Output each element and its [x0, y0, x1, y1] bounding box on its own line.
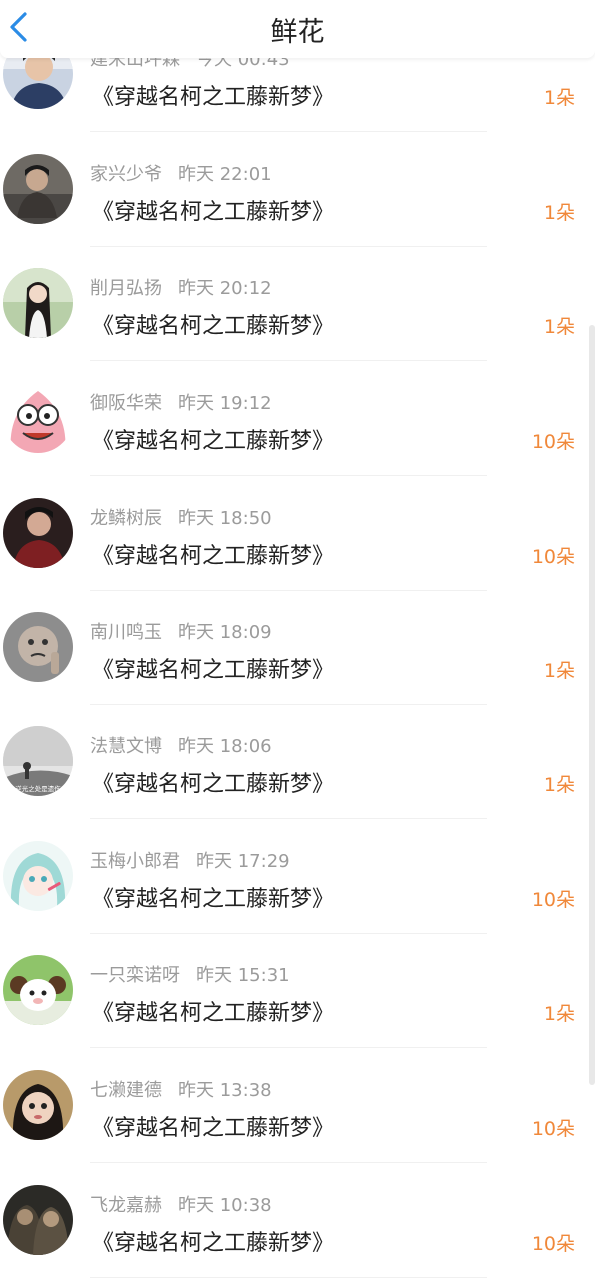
- row-divider: [90, 1277, 487, 1278]
- list-item[interactable]: 逆光之处是遗伤 法慧文博 昨天 18:06 《穿越名柯之工藤新梦》 1朵: [0, 704, 595, 819]
- avatar[interactable]: [3, 1070, 73, 1140]
- timestamp: 昨天 18:06: [178, 736, 272, 757]
- flower-count: 10朵: [531, 546, 575, 568]
- user-avatar-icon: [3, 268, 73, 338]
- list-item[interactable]: 家兴少爷 昨天 22:01 《穿越名柯之工藤新梦》 1朵: [0, 132, 595, 247]
- avatar[interactable]: [3, 1185, 73, 1255]
- user-name[interactable]: 一只栾诺呀: [90, 965, 180, 986]
- book-title[interactable]: 《穿越名柯之工藤新梦》: [92, 538, 334, 570]
- timestamp: 昨天 18:09: [178, 622, 272, 643]
- list-item[interactable]: 飞龙嘉赫 昨天 10:38 《穿越名柯之工藤新梦》 10朵: [0, 1163, 595, 1278]
- item-meta: 法慧文博 昨天 18:06: [90, 732, 272, 758]
- item-meta: 家兴少爷 昨天 22:01: [90, 160, 272, 186]
- top-navigation-bar: 鲜花: [0, 0, 595, 58]
- timestamp: 昨天 20:12: [178, 278, 272, 299]
- user-name[interactable]: 法慧文博: [90, 736, 162, 757]
- book-title[interactable]: 《穿越名柯之工藤新梦》: [92, 766, 334, 798]
- user-name[interactable]: 飞龙嘉赫: [90, 1195, 162, 1216]
- list-item[interactable]: 南川鸣玉 昨天 18:09 《穿越名柯之工藤新梦》 1朵: [0, 590, 595, 705]
- flower-count: 1朵: [543, 660, 575, 682]
- flower-count: 1朵: [543, 202, 575, 224]
- timestamp: 昨天 22:01: [178, 164, 272, 185]
- flower-count: 10朵: [531, 431, 575, 453]
- list-item[interactable]: 龙鳞树辰 昨天 18:50 《穿越名柯之工藤新梦》 10朵: [0, 476, 595, 591]
- user-name[interactable]: 南川鸣玉: [90, 622, 162, 643]
- item-meta: 飞龙嘉赫 昨天 10:38: [90, 1191, 272, 1217]
- user-name[interactable]: 龙鳞树辰: [90, 508, 162, 529]
- list-item[interactable]: 一只栾诺呀 昨天 15:31 《穿越名柯之工藤新梦》 1朵: [0, 933, 595, 1048]
- avatar[interactable]: [3, 498, 73, 568]
- user-avatar-icon: 逆光之处是遗伤: [3, 726, 73, 796]
- book-title[interactable]: 《穿越名柯之工藤新梦》: [92, 308, 334, 340]
- avatar[interactable]: [3, 154, 73, 224]
- item-meta: 御阪华荣 昨天 19:12: [90, 389, 272, 415]
- user-avatar-icon: [3, 841, 73, 911]
- avatar[interactable]: [3, 841, 73, 911]
- user-name[interactable]: 削月弘扬: [90, 278, 162, 299]
- user-name[interactable]: 玉梅小郎君: [90, 851, 180, 872]
- flower-count: 1朵: [543, 87, 575, 109]
- book-title[interactable]: 《穿越名柯之工藤新梦》: [92, 652, 334, 684]
- avatar[interactable]: 逆光之处是遗伤: [3, 726, 73, 796]
- book-title[interactable]: 《穿越名柯之工藤新梦》: [92, 194, 334, 226]
- timestamp: 昨天 18:50: [178, 508, 272, 529]
- item-meta: 削月弘扬 昨天 20:12: [90, 274, 272, 300]
- timestamp: 昨天 17:29: [196, 851, 290, 872]
- flower-count: 10朵: [531, 1118, 575, 1140]
- item-meta: 南川鸣玉 昨天 18:09: [90, 618, 272, 644]
- book-title[interactable]: 《穿越名柯之工藤新梦》: [92, 881, 334, 913]
- scrollbar[interactable]: [589, 325, 595, 1085]
- flower-count: 1朵: [543, 774, 575, 796]
- user-avatar-icon: [3, 1185, 73, 1255]
- list-item[interactable]: 削月弘扬 昨天 20:12 《穿越名柯之工藤新梦》 1朵: [0, 246, 595, 361]
- user-avatar-icon: [3, 154, 73, 224]
- avatar[interactable]: [3, 268, 73, 338]
- avatar[interactable]: [3, 383, 73, 453]
- timestamp: 昨天 15:31: [196, 965, 290, 986]
- flower-count: 1朵: [543, 316, 575, 338]
- book-title[interactable]: 《穿越名柯之工藤新梦》: [92, 1225, 334, 1257]
- timestamp: 昨天 19:12: [178, 393, 272, 414]
- item-meta: 玉梅小郎君 昨天 17:29: [90, 847, 290, 873]
- avatar[interactable]: [3, 955, 73, 1025]
- user-avatar-icon: [3, 383, 73, 453]
- user-avatar-icon: [3, 1070, 73, 1140]
- avatar[interactable]: [3, 612, 73, 682]
- timestamp: 昨天 10:38: [178, 1195, 272, 1216]
- book-title[interactable]: 《穿越名柯之工藤新梦》: [92, 995, 334, 1027]
- book-title[interactable]: 《穿越名柯之工藤新梦》: [92, 79, 334, 111]
- flower-count: 10朵: [531, 889, 575, 911]
- user-avatar-icon: [3, 498, 73, 568]
- flower-count: 1朵: [543, 1003, 575, 1025]
- avatar-caption: 逆光之处是遗伤: [15, 784, 61, 793]
- flower-count: 10朵: [531, 1233, 575, 1255]
- item-meta: 一只栾诺呀 昨天 15:31: [90, 961, 290, 987]
- item-meta: 龙鳞树辰 昨天 18:50: [90, 504, 272, 530]
- book-title[interactable]: 《穿越名柯之工藤新梦》: [92, 423, 334, 455]
- user-avatar-icon: [3, 612, 73, 682]
- user-name[interactable]: 御阪华荣: [90, 393, 162, 414]
- list-item[interactable]: 七濑建德 昨天 13:38 《穿越名柯之工藤新梦》 10朵: [0, 1048, 595, 1163]
- book-title[interactable]: 《穿越名柯之工藤新梦》: [92, 1110, 334, 1142]
- flower-list-page: 建宋山坪森 今天 00:43 《穿越名柯之工藤新梦》 1朵 家兴少爷 昨天 22:0…: [0, 0, 595, 1280]
- page-title: 鲜花: [270, 17, 325, 48]
- timestamp: 昨天 13:38: [178, 1080, 272, 1101]
- list-item[interactable]: 御阪华荣 昨天 19:12 《穿越名柯之工藤新梦》 10朵: [0, 361, 595, 476]
- user-name[interactable]: 家兴少爷: [90, 164, 162, 185]
- user-avatar-icon: [3, 955, 73, 1025]
- list-item[interactable]: 玉梅小郎君 昨天 17:29 《穿越名柯之工藤新梦》 10朵: [0, 819, 595, 934]
- item-meta: 七濑建德 昨天 13:38: [90, 1076, 272, 1102]
- user-name[interactable]: 七濑建德: [90, 1080, 162, 1101]
